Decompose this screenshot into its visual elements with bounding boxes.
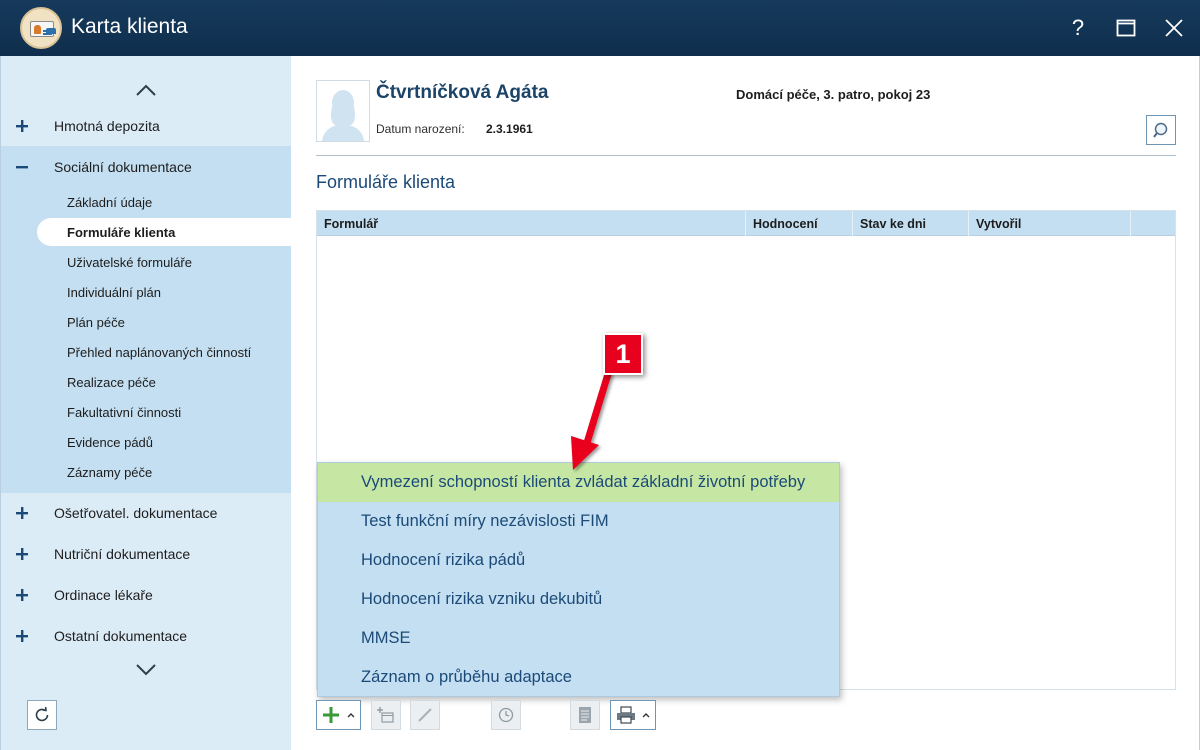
menu-item-mmse[interactable]: MMSE [318,619,839,658]
client-card-icon [20,7,62,49]
plus-icon [16,630,28,642]
sidebar-section-ordinace-lekare[interactable]: Ordinace lékaře [1,575,292,615]
sidebar-item-realizace-pece[interactable]: Realizace péče [1,368,292,396]
sidebar-item-prehled-naplanovanych-cinnosti[interactable]: Přehled naplánovaných činností [1,338,292,366]
column-header-hodnoceni[interactable]: Hodnocení [746,211,853,236]
plus-icon [16,120,28,132]
printer-icon [616,706,635,724]
sidebar-section-label: Ošetřovatel. dokumentace [54,505,218,521]
close-icon [1165,19,1183,37]
column-header-vytvoril[interactable]: Vytvořil [969,211,1131,236]
sidebar-section-osetrovatel-dokumentace[interactable]: Ošetřovatel. dokumentace [1,493,292,533]
print-button[interactable] [610,700,656,730]
sidebar-item-individualni-plan[interactable]: Individuální plán [1,278,292,306]
dob-value: 2.3.1961 [486,122,533,136]
client-avatar [316,80,370,142]
header-divider [316,155,1176,156]
sidebar-item-formulare-klienta[interactable]: Formuláře klienta [37,218,292,246]
maximize-icon [1116,19,1136,37]
sidebar-section-label: Nutriční dokumentace [54,546,191,562]
column-header-stav-ke-dni[interactable]: Stav ke dni [853,211,969,236]
calendar-add-icon [377,707,394,723]
minus-icon [16,166,28,169]
menu-item-test-fim[interactable]: Test funkční míry nezávislosti FIM [318,502,839,541]
sidebar-section-hmotna-depozita[interactable]: Hmotná depozita [1,106,292,146]
chevron-up-icon [136,84,156,96]
caret-up-icon [642,713,649,718]
help-button[interactable]: ? [1062,12,1094,44]
menu-item-hodnoceni-rizika-dekubitu[interactable]: Hodnocení rizika vzniku dekubitů [318,580,839,619]
add-button[interactable] [316,700,361,730]
sidebar-item-plan-pece[interactable]: Plán péče [1,308,292,336]
history-button[interactable] [491,700,521,730]
menu-item-zaznam-adaptace[interactable]: Záznam o průběhu adaptace [318,658,839,697]
maximize-button[interactable] [1110,12,1142,44]
sidebar-item-zaznamy-pece[interactable]: Záznamy péče [1,458,292,486]
menu-item-hodnoceni-rizika-padu[interactable]: Hodnocení rizika pádů [318,541,839,580]
sidebar-section-socialni-dokumentace[interactable]: Sociální dokumentace [1,147,292,187]
document-icon [579,707,591,723]
plus-icon [16,507,28,519]
sidebar-section-nutricni-dokumentace[interactable]: Nutriční dokumentace [1,534,292,574]
sidebar-section-label: Sociální dokumentace [54,159,192,175]
sidebar-item-uzivatelske-formulare[interactable]: Uživatelské formuláře [1,248,292,276]
sidebar-section-label: Ostatní dokumentace [54,628,188,644]
refresh-icon [35,706,49,722]
annotation-badge: 1 [603,333,643,375]
sidebar-section-label: Ordinace lékaře [54,587,153,603]
search-button[interactable] [1146,115,1176,145]
sidebar-item-fakultativni-cinnosti[interactable]: Fakultativní činnosti [1,398,292,426]
pencil-icon [418,708,432,722]
close-button[interactable] [1158,12,1190,44]
table-header: Formulář Hodnocení Stav ke dni Vytvořil [317,211,1175,236]
search-icon [1153,122,1168,138]
person-silhouette-icon [322,90,364,141]
client-name: Čtvrtníčková Agáta [376,82,549,103]
plus-icon [323,707,339,723]
sidebar: Hmotná depozita Sociální dokumentace Zák… [0,56,292,750]
menu-item-vymezeni-schopnosti[interactable]: Vymezení schopností klienta zvládat zákl… [318,463,839,502]
document-button[interactable] [570,700,600,730]
scroll-down-button[interactable] [131,660,161,680]
clock-icon [498,707,514,723]
sidebar-section-expanded-panel: Sociální dokumentace Základní údaje Form… [1,146,292,493]
plus-icon [16,589,28,601]
sidebar-item-zakladni-udaje[interactable]: Základní údaje [1,188,292,216]
edit-button[interactable] [410,700,440,730]
sidebar-section-ostatni-dokumentace[interactable]: Ostatní dokumentace [1,616,292,656]
scroll-up-button[interactable] [131,80,161,100]
sidebar-item-evidence-padu[interactable]: Evidence pádů [1,428,292,456]
add-scheduled-button[interactable] [371,700,401,730]
caret-up-icon [347,713,355,718]
column-header-formular[interactable]: Formulář [317,211,746,236]
dob-label: Datum narození: [376,122,465,136]
plus-icon [16,548,28,560]
sidebar-section-label: Hmotná depozita [54,118,160,134]
client-address: Domácí péče, 3. patro, pokoj 23 [736,87,931,102]
title-bar: Karta klienta ? [0,0,1200,56]
section-title: Formuláře klienta [316,172,456,192]
chevron-down-icon [136,664,156,676]
add-form-menu: Vymezení schopností klienta zvládat zákl… [317,462,840,697]
window-title: Karta klienta [71,15,188,38]
refresh-button[interactable] [27,700,57,730]
